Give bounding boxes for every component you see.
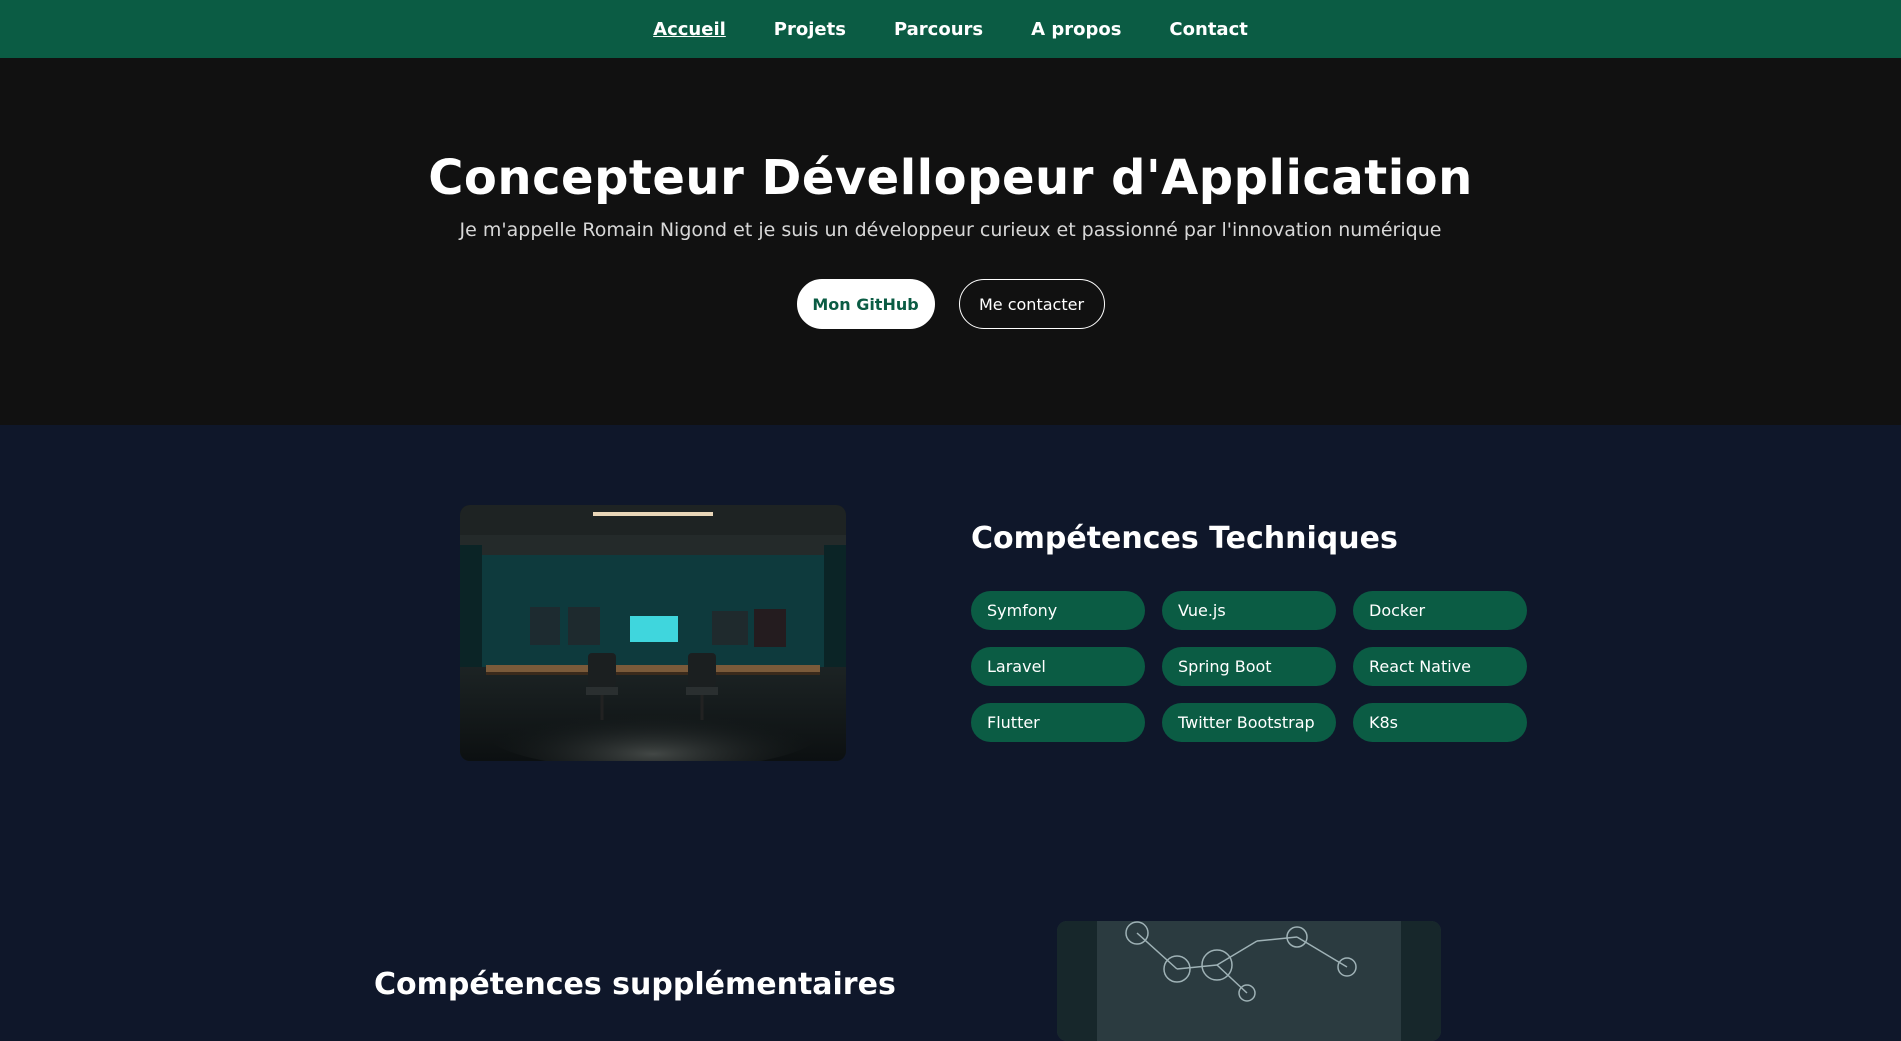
- github-button[interactable]: Mon GitHub: [796, 279, 935, 329]
- nav-item-projets[interactable]: Projets: [774, 19, 846, 40]
- skill-pill: Vue.js: [1162, 591, 1336, 630]
- skill-pill: Twitter Bootstrap: [1162, 703, 1336, 742]
- skill-pill: K8s: [1353, 703, 1527, 742]
- hero-section: Concepteur Dévellopeur d'Application Je …: [0, 58, 1901, 425]
- workspace-image: [460, 505, 846, 761]
- hero-subtitle: Je m'appelle Romain Nigond et je suis un…: [459, 219, 1442, 241]
- skills-section: Compétences Techniques Symfony Vue.js Do…: [0, 425, 1901, 1041]
- hero-title: Concepteur Dévellopeur d'Application: [428, 150, 1473, 206]
- extra-skills-title: Compétences supplémentaires: [374, 967, 896, 1002]
- skill-pill: Docker: [1353, 591, 1527, 630]
- skill-pill: Spring Boot: [1162, 647, 1336, 686]
- nav-item-contact[interactable]: Contact: [1169, 19, 1247, 40]
- skill-pill: Flutter: [971, 703, 1145, 742]
- skills-list: Symfony Vue.js Docker Laravel Spring Boo…: [971, 591, 1529, 742]
- hero-buttons: Mon GitHub Me contacter: [0, 279, 1901, 329]
- nav-item-parcours[interactable]: Parcours: [894, 19, 983, 40]
- skill-pill: React Native: [1353, 647, 1527, 686]
- network-image: [1057, 921, 1441, 1041]
- nav-item-accueil[interactable]: Accueil: [653, 19, 726, 40]
- top-navigation: Accueil Projets Parcours A propos Contac…: [0, 0, 1901, 58]
- contact-button[interactable]: Me contacter: [958, 279, 1105, 329]
- skill-pill: Symfony: [971, 591, 1145, 630]
- nav-item-a-propos[interactable]: A propos: [1031, 19, 1121, 40]
- skills-title: Compétences Techniques: [971, 521, 1398, 556]
- skill-pill: Laravel: [971, 647, 1145, 686]
